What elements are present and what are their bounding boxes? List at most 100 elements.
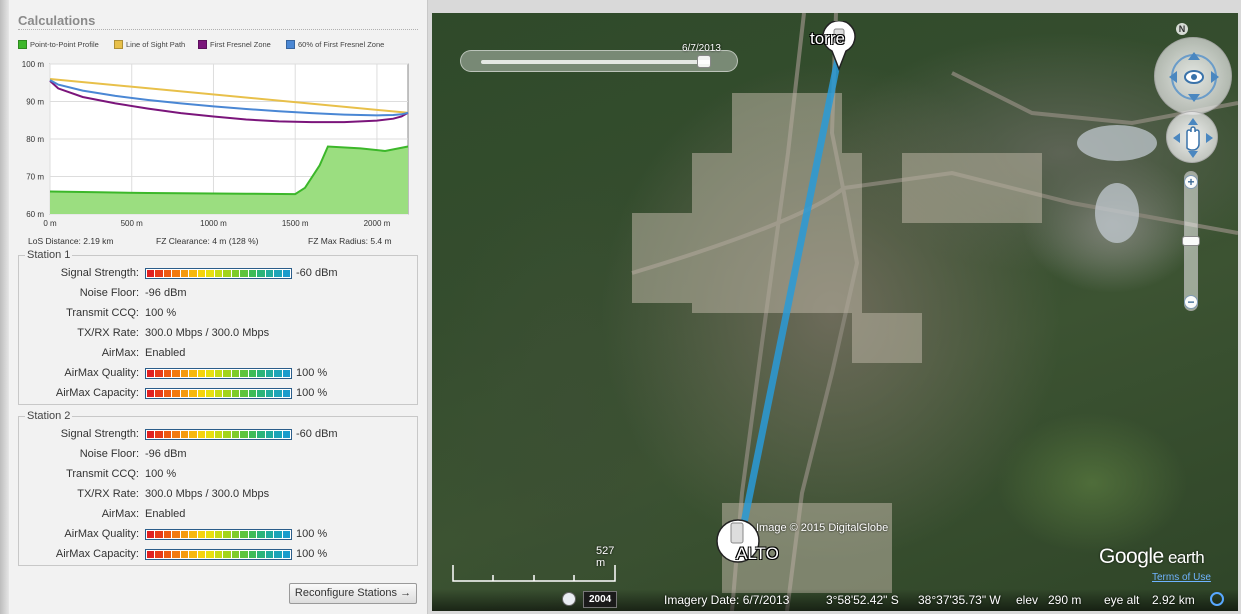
meter-segment bbox=[282, 270, 290, 277]
zoom-slider-thumb[interactable] bbox=[1182, 236, 1200, 246]
meter-segment bbox=[155, 370, 163, 377]
chart-legend: Point-to-Point Profile Line of Sight Pat… bbox=[18, 40, 428, 54]
airmax-capacity-meter bbox=[145, 549, 292, 560]
map-view[interactable]: 6/7/2013 torre ALTO N + − Image © 2015 D… bbox=[432, 13, 1238, 611]
meter-segment bbox=[172, 431, 180, 438]
signal-strength-meter bbox=[145, 429, 292, 440]
terms-of-use-link[interactable]: Terms of Use bbox=[1152, 572, 1211, 583]
meter-segment bbox=[231, 270, 240, 277]
y-tick-label: 100 m bbox=[22, 60, 45, 69]
legend-item-los: Line of Sight Path bbox=[114, 40, 185, 49]
legend-item-profile: Point-to-Point Profile bbox=[18, 40, 99, 49]
meter-segment bbox=[274, 270, 282, 277]
signal-strength-value: -60 dBm bbox=[296, 267, 338, 279]
meter-segment bbox=[265, 270, 274, 277]
airmax-value: Enabled bbox=[145, 508, 186, 520]
station-1-title: Station 1 bbox=[25, 249, 73, 261]
meter-segment bbox=[180, 390, 189, 397]
streaming-status-icon bbox=[1210, 592, 1224, 606]
los-distance: LoS Distance: 2.19 km bbox=[28, 236, 114, 246]
meter-segment bbox=[189, 370, 197, 377]
meter-segment bbox=[257, 270, 265, 277]
transmit-ccq-row: Transmit CCQ: 100 % bbox=[19, 307, 419, 321]
scale-label: 527 m bbox=[596, 545, 615, 569]
meter-segment bbox=[248, 551, 257, 558]
north-icon[interactable]: N bbox=[1176, 23, 1188, 35]
transmit-ccq-value: 100 % bbox=[145, 468, 177, 480]
transmit-ccq-row: Transmit CCQ: 100 % bbox=[19, 468, 419, 482]
meter-segment bbox=[163, 531, 172, 538]
meter-segment bbox=[265, 551, 274, 558]
water-patches bbox=[1077, 125, 1157, 243]
meter-segment bbox=[248, 370, 257, 377]
meter-segment bbox=[147, 270, 155, 277]
airmax-value: Enabled bbox=[145, 347, 186, 359]
airmax-quality-meter bbox=[145, 368, 292, 379]
legend-item-fresnel-60: 60% of First Fresnel Zone bbox=[286, 40, 384, 49]
meter-segment bbox=[231, 531, 240, 538]
time-slider-thumb[interactable] bbox=[697, 55, 711, 68]
legend-swatch-los bbox=[114, 40, 123, 49]
airmax-capacity-label: AirMax Capacity: bbox=[55, 387, 139, 399]
fz-clearance: FZ Clearance: 4 m (128 %) bbox=[156, 236, 259, 246]
legend-label-fresnel: First Fresnel Zone bbox=[210, 40, 271, 49]
historical-year-badge[interactable]: 2004 bbox=[583, 591, 618, 608]
imagery-copyright: Image © 2015 DigitalGlobe bbox=[756, 522, 889, 534]
x-tick-label: 0 m bbox=[43, 219, 57, 228]
meter-segment bbox=[163, 270, 172, 277]
station-2-title: Station 2 bbox=[25, 410, 73, 422]
meter-segment bbox=[197, 531, 206, 538]
meter-segment bbox=[248, 531, 257, 538]
meter-segment bbox=[180, 531, 189, 538]
move-control[interactable] bbox=[1166, 111, 1218, 163]
airmax-capacity-meter bbox=[145, 388, 292, 399]
meter-segment bbox=[231, 390, 240, 397]
noise-floor-label: Noise Floor: bbox=[79, 287, 139, 299]
meter-segment bbox=[172, 390, 180, 397]
panel-edge bbox=[0, 0, 9, 614]
reservoir-2 bbox=[1095, 183, 1139, 243]
meter-segment bbox=[231, 551, 240, 558]
meter-segment bbox=[172, 531, 180, 538]
signal-strength-row: Signal Strength: -60 dBm bbox=[19, 267, 419, 281]
pin-torre-label: torre bbox=[810, 29, 845, 48]
meter-segment bbox=[282, 551, 290, 558]
meter-segment bbox=[240, 270, 248, 277]
meter-segment bbox=[206, 531, 214, 538]
zoom-out-button[interactable]: − bbox=[1184, 295, 1198, 309]
profile-chart-svg: 0 m 500 m 1000 m 1500 m 2000 m 60 m 70 m 80 m 90… bbox=[22, 60, 409, 228]
transmit-ccq-label: Transmit CCQ: bbox=[66, 307, 139, 319]
meter-segment bbox=[257, 551, 265, 558]
logo-google-text: Google bbox=[1099, 545, 1164, 568]
zoom-in-button[interactable]: + bbox=[1184, 175, 1198, 189]
meter-segment bbox=[180, 270, 189, 277]
look-around-control[interactable] bbox=[1154, 37, 1232, 115]
signal-strength-value: -60 dBm bbox=[296, 428, 338, 440]
y-tick-label: 60 m bbox=[26, 210, 44, 219]
historical-imagery-icon[interactable] bbox=[562, 592, 576, 606]
scale-bar: 527 m bbox=[452, 545, 620, 585]
airmax-quality-label: AirMax Quality: bbox=[64, 528, 139, 540]
airmax-quality-label: AirMax Quality: bbox=[64, 367, 139, 379]
noise-floor-row: Noise Floor: -96 dBm bbox=[19, 448, 419, 462]
airmax-label: AirMax: bbox=[101, 347, 139, 359]
time-slider-track[interactable] bbox=[481, 60, 711, 64]
signal-strength-label: Signal Strength: bbox=[60, 267, 139, 279]
urban-east bbox=[902, 153, 1042, 223]
meter-segment bbox=[214, 551, 223, 558]
reservoir-1 bbox=[1077, 125, 1157, 161]
station-2-box: Station 2 Signal Strength: -60 dBm Noise Fl… bbox=[18, 410, 419, 566]
meter-segment bbox=[206, 551, 214, 558]
latitude: 3°58'52.42" S bbox=[826, 593, 899, 607]
legend-swatch-fresnel-60 bbox=[286, 40, 295, 49]
reconfigure-stations-button[interactable]: Reconfigure Stations → bbox=[289, 583, 417, 604]
meter-segment bbox=[180, 370, 189, 377]
meter-segment bbox=[214, 531, 223, 538]
transmit-ccq-value: 100 % bbox=[145, 307, 177, 319]
legend-swatch-fresnel bbox=[198, 40, 207, 49]
tx-rx-rate-row: TX/RX Rate: 300.0 Mbps / 300.0 Mbps bbox=[19, 327, 419, 341]
meter-segment bbox=[223, 551, 231, 558]
tx-rx-rate-label: TX/RX Rate: bbox=[77, 327, 139, 339]
elevation-value: 290 m bbox=[1048, 593, 1082, 607]
meter-segment bbox=[257, 531, 265, 538]
